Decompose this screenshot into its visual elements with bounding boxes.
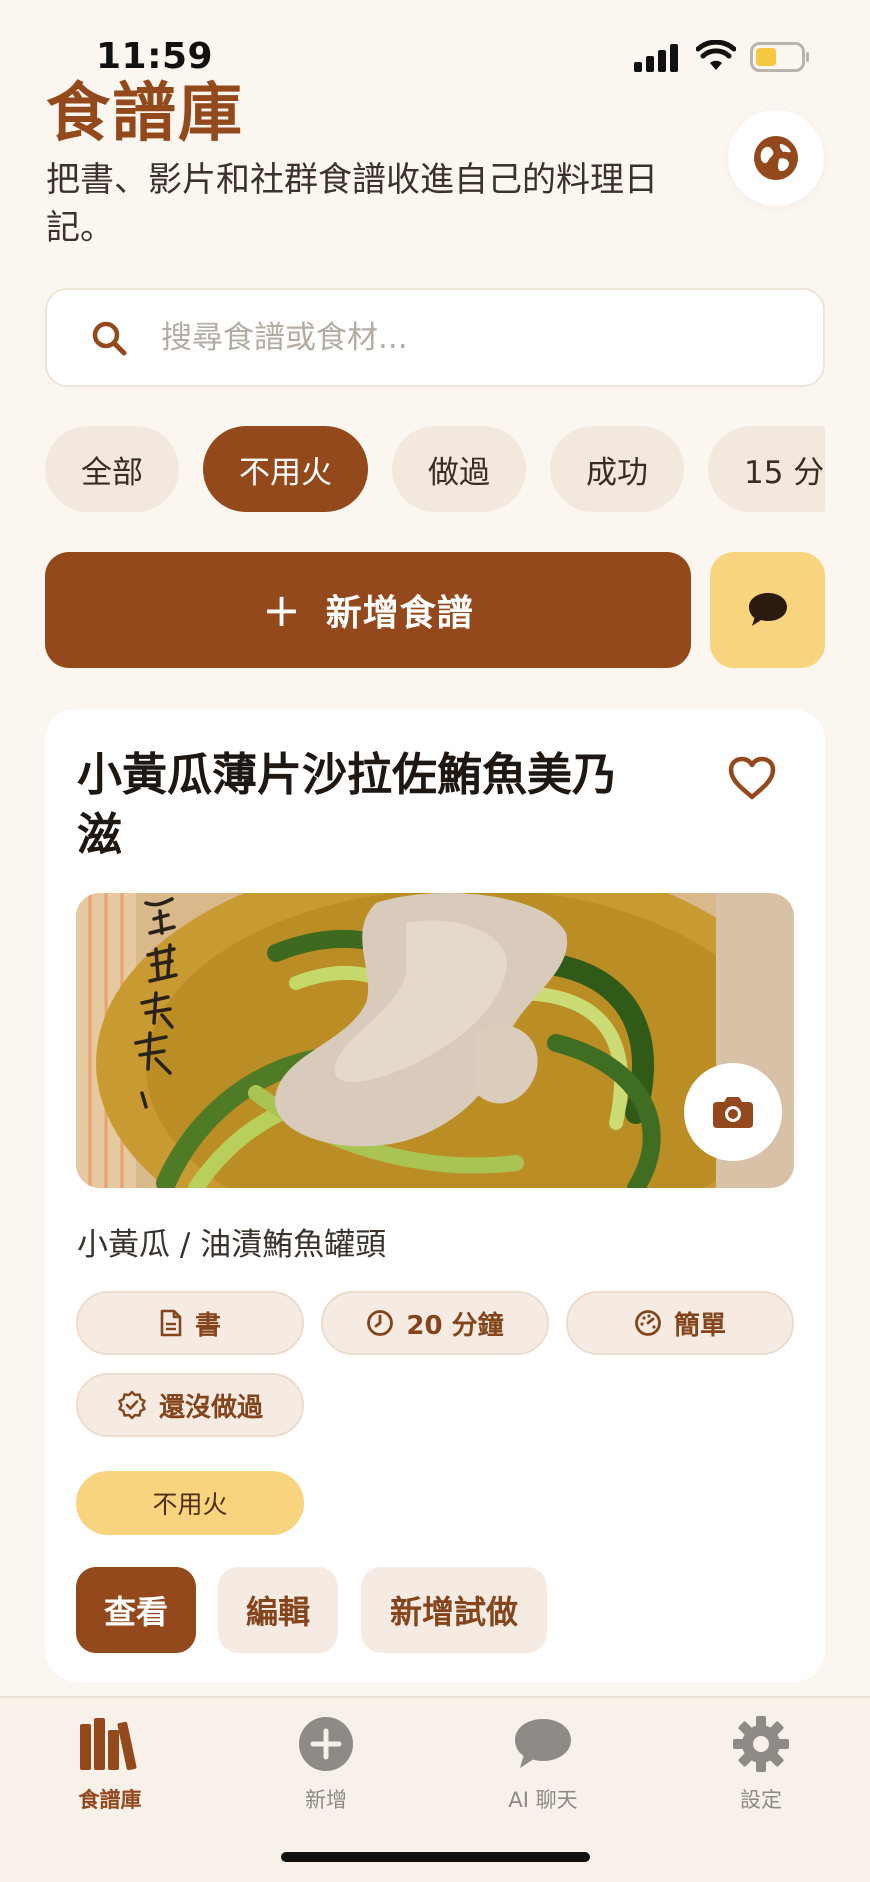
- tab-library-label: 食譜庫: [78, 1788, 142, 1812]
- books-icon: [80, 1718, 137, 1771]
- search-icon: [92, 321, 127, 355]
- language-button[interactable]: [728, 110, 824, 206]
- recipe-photo-image: [76, 893, 794, 1188]
- plus-icon: +: [262, 583, 302, 637]
- meta-time: 20 分鐘: [406, 1310, 504, 1341]
- camera-icon: [713, 1097, 753, 1128]
- filter-chip-success[interactable]: 成功: [550, 426, 684, 512]
- badge-check-icon: [118, 1390, 146, 1420]
- add-attempt-button[interactable]: 新增試做: [361, 1567, 547, 1653]
- tab-ai-chat-label: AI 聊天: [508, 1788, 578, 1812]
- chat-bubble-icon: [515, 1719, 571, 1768]
- recipe-title: 小黃瓜薄片沙拉佐鮪魚美乃滋: [77, 748, 618, 861]
- add-recipe-button[interactable]: + 新增食譜: [45, 552, 691, 668]
- recipe-card[interactable]: 小黃瓜薄片沙拉佐鮪魚美乃滋 小黃瓜 / 油漬鮪魚罐頭 書 20 分鐘 簡單 還沒…: [45, 709, 825, 1682]
- chat-bubble-icon: [748, 593, 787, 626]
- filter-chips: 全部 不用火 做過 成功 15 分: [45, 426, 825, 512]
- tab-library[interactable]: 食譜庫: [30, 1712, 190, 1822]
- wifi-icon: [696, 40, 736, 70]
- filter-chip-no-fire[interactable]: 不用火: [203, 426, 368, 512]
- filter-chip-all[interactable]: 全部: [45, 426, 179, 512]
- home-indicator[interactable]: [281, 1852, 590, 1862]
- meta-time-pill: 20 分鐘: [321, 1291, 549, 1355]
- add-recipe-label: 新增食譜: [325, 593, 474, 634]
- meta-status: 還沒做過: [158, 1392, 263, 1423]
- meta-source-pill: 書: [76, 1291, 304, 1355]
- gear-icon: [733, 1716, 789, 1772]
- recipe-photo: [76, 893, 794, 1188]
- chat-button[interactable]: [710, 552, 825, 668]
- page-header: 食譜庫 把書、影片和社群食譜收進自己的料理日記。: [46, 76, 686, 252]
- tab-settings-label: 設定: [740, 1788, 782, 1812]
- meta-difficulty-pill: 簡單: [566, 1291, 794, 1355]
- globe-icon: [754, 136, 798, 180]
- heart-icon[interactable]: [727, 755, 777, 801]
- filter-chip-15min[interactable]: 15 分: [708, 426, 825, 512]
- recipe-tag: 不用火: [76, 1471, 304, 1535]
- document-icon: [160, 1309, 182, 1337]
- edit-button[interactable]: 編輯: [218, 1567, 338, 1653]
- tab-ai-chat[interactable]: AI 聊天: [463, 1712, 623, 1822]
- clock-icon: [367, 1310, 394, 1336]
- tab-settings[interactable]: 設定: [681, 1712, 841, 1822]
- battery-icon: [750, 42, 809, 72]
- action-row: + 新增食譜: [45, 552, 825, 668]
- recipe-ingredients: 小黃瓜 / 油漬鮪魚罐頭: [77, 1227, 387, 1263]
- filter-chip-made[interactable]: 做過: [392, 426, 526, 512]
- camera-button[interactable]: [684, 1063, 782, 1161]
- view-button[interactable]: 查看: [76, 1567, 196, 1653]
- cellular-signal-icon: [634, 44, 678, 72]
- search-bar[interactable]: [45, 288, 825, 387]
- tab-add[interactable]: 新增: [246, 1712, 406, 1822]
- page-subtitle: 把書、影片和社群食譜收進自己的料理日記。: [46, 160, 658, 248]
- meta-source: 書: [194, 1310, 221, 1341]
- page-title: 食譜庫: [46, 77, 244, 151]
- meta-difficulty: 簡單: [673, 1310, 726, 1341]
- plus-circle-icon: [299, 1717, 353, 1771]
- status-time: 11:59: [96, 36, 214, 77]
- gauge-icon: [635, 1310, 661, 1336]
- search-input[interactable]: [161, 319, 801, 356]
- tab-add-label: 新增: [305, 1788, 347, 1812]
- meta-status-pill: 還沒做過: [76, 1373, 304, 1437]
